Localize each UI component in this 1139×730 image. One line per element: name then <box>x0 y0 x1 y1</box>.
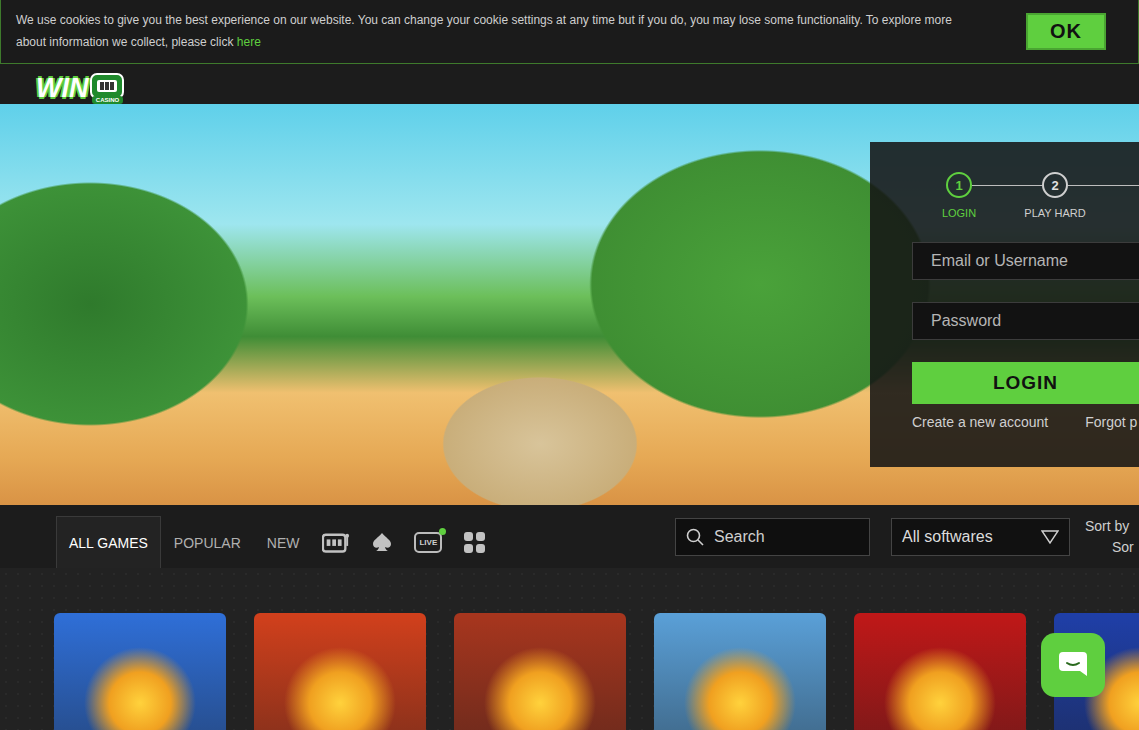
login-panel: 1LOGIN2PLAY HARDLOGINCreate a new accoun… <box>870 142 1139 467</box>
online-dot <box>439 528 446 535</box>
chat-button[interactable] <box>1041 633 1105 697</box>
login-link[interactable]: Create a new account <box>912 414 1048 430</box>
logo-subtitle: CASINO <box>92 96 123 104</box>
grid-icon <box>464 532 485 553</box>
step-label: LOGIN <box>942 207 976 219</box>
games-tab[interactable]: POPULAR <box>161 516 254 568</box>
games-nav: ALL GAMESPOPULARNEW LIVE All softwares Sort… <box>0 505 1139 568</box>
login-link[interactable]: Forgot p <box>1085 414 1137 430</box>
chat-icon <box>1058 651 1088 679</box>
games-grid <box>0 568 1139 730</box>
game-card[interactable] <box>254 613 426 730</box>
logo-badge: CASINO <box>90 73 124 104</box>
login-button[interactable]: LOGIN <box>912 362 1139 404</box>
logo-word: WIN <box>36 73 88 103</box>
logo[interactable]: WIN CASINO <box>36 64 1139 104</box>
hero-image: 1LOGIN2PLAY HARDLOGINCreate a new accoun… <box>0 104 1139 505</box>
sort-control[interactable]: Sort bySor <box>1085 516 1139 558</box>
step-number: 1 <box>946 172 972 198</box>
step-connector <box>972 185 1042 186</box>
search-box <box>675 518 870 556</box>
game-card[interactable] <box>454 613 626 730</box>
slot-machine-icon <box>322 531 350 553</box>
casino-page: We use cookies to give you the best expe… <box>0 0 1139 730</box>
step: 2PLAY HARD <box>1042 172 1068 219</box>
ok-button[interactable]: OK <box>1026 13 1106 50</box>
header: WIN CASINO <box>0 64 1139 104</box>
games-tab[interactable]: ALL GAMES <box>56 516 161 568</box>
cookie-link[interactable]: here <box>237 35 261 49</box>
table-games-category[interactable] <box>372 532 392 552</box>
games-tab[interactable]: NEW <box>254 516 313 568</box>
step: 1LOGIN <box>946 172 972 219</box>
login-field[interactable] <box>912 242 1139 280</box>
step-connector <box>1068 185 1139 186</box>
login-field[interactable] <box>912 302 1139 340</box>
game-card[interactable] <box>654 613 826 730</box>
slots-category[interactable] <box>322 531 350 553</box>
cookie-text: We use cookies to give you the best expe… <box>16 9 961 53</box>
game-card[interactable] <box>854 613 1026 730</box>
search-icon <box>686 528 704 546</box>
login-links: Create a new account Forgot p <box>912 414 1139 430</box>
game-card[interactable] <box>54 613 226 730</box>
dropdown-icon <box>1041 530 1059 544</box>
step-number: 2 <box>1042 172 1068 198</box>
search-input[interactable] <box>712 527 859 547</box>
login-steps: 1LOGIN2PLAY HARD <box>946 172 1139 220</box>
software-select[interactable]: All softwares <box>891 518 1070 556</box>
step-label: PLAY HARD <box>1024 207 1085 219</box>
live-category[interactable]: LIVE <box>414 532 442 553</box>
category-icons: LIVE <box>322 516 485 568</box>
filters: All softwares Sort bySor <box>675 505 1139 568</box>
all-categories[interactable] <box>464 532 485 553</box>
spade-icon <box>372 532 392 552</box>
cookie-banner: We use cookies to give you the best expe… <box>0 0 1139 64</box>
live-badge: LIVE <box>414 532 442 553</box>
